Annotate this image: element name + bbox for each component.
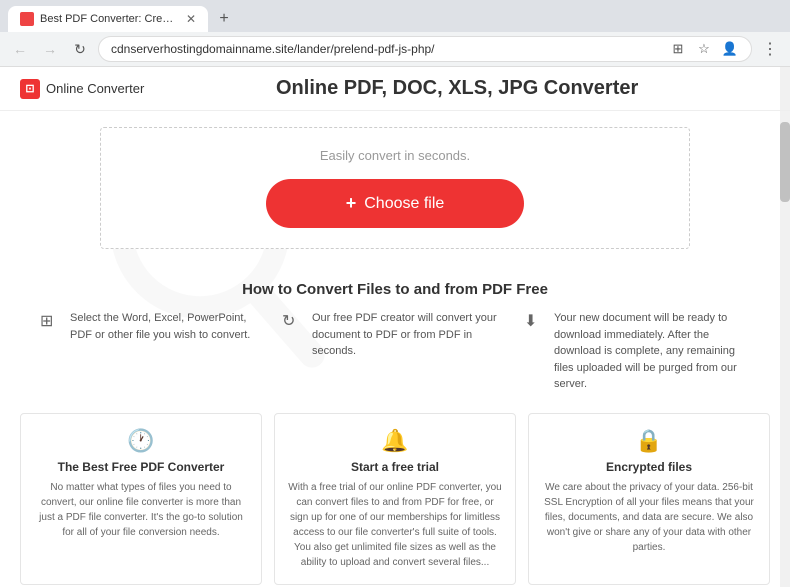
- feature-1-desc: No matter what types of files you need t…: [33, 480, 249, 540]
- address-bar[interactable]: cdnserverhostingdomainname.site/lander/p…: [98, 36, 752, 62]
- tab-favicon: [20, 12, 34, 26]
- reader-mode-icon[interactable]: ⊞: [669, 40, 687, 58]
- logo-text: Online Converter: [46, 81, 144, 96]
- step-2-text: Our free PDF creator will convert your d…: [312, 310, 508, 360]
- converter-box: Easily convert in seconds. + Choose file: [100, 127, 690, 249]
- feature-card-2: 🔔 Start a free trial With a free trial o…: [274, 413, 516, 585]
- how-to-section: How to Convert Files to and from PDF Fre…: [0, 265, 790, 403]
- step-1-icon: ⊞: [40, 311, 62, 333]
- converter-subtitle: Easily convert in seconds.: [121, 148, 669, 163]
- feature-3-title: Encrypted files: [541, 460, 757, 474]
- choose-file-button[interactable]: + Choose file: [266, 179, 525, 228]
- converter-section: Easily convert in seconds. + Choose file: [0, 111, 790, 265]
- url-text: cdnserverhostingdomainname.site/lander/p…: [111, 42, 659, 56]
- site-header: ⊡ Online Converter Online PDF, DOC, XLS,…: [0, 67, 790, 111]
- new-tab-button[interactable]: +: [212, 7, 236, 31]
- bookmark-icon[interactable]: ☆: [695, 40, 713, 58]
- feature-card-1: 🕐 The Best Free PDF Converter No matter …: [20, 413, 262, 585]
- step-3-icon: ⬇: [524, 311, 546, 333]
- feature-1-title: The Best Free PDF Converter: [33, 460, 249, 474]
- how-to-title: How to Convert Files to and from PDF Fre…: [20, 281, 770, 298]
- tab-title: Best PDF Converter: Create, Conv...: [40, 13, 176, 25]
- page-content: ⊡ Online Converter Online PDF, DOC, XLS,…: [0, 67, 790, 587]
- address-bar-row: ← → ↻ cdnserverhostingdomainname.site/la…: [0, 32, 790, 66]
- feature-2-icon: 🔔: [287, 428, 503, 454]
- step-item-2: ↻ Our free PDF creator will convert your…: [282, 310, 508, 393]
- step-item-3: ⬇ Your new document will be ready to dow…: [524, 310, 750, 393]
- plus-icon: +: [346, 193, 357, 214]
- step-2-icon: ↻: [282, 311, 304, 333]
- feature-card-3: 🔒 Encrypted files We care about the priv…: [528, 413, 770, 585]
- tab-close-button[interactable]: ✕: [186, 12, 196, 26]
- features-section: 🕐 The Best Free PDF Converter No matter …: [0, 403, 790, 588]
- step-item-1: ⊞ Select the Word, Excel, PowerPoint, PD…: [40, 310, 266, 393]
- page-title: Online PDF, DOC, XLS, JPG Converter: [144, 77, 770, 100]
- menu-button[interactable]: ⋮: [758, 37, 782, 61]
- choose-file-label: Choose file: [364, 195, 444, 213]
- account-icon[interactable]: 👤: [721, 40, 739, 58]
- features-grid: 🕐 The Best Free PDF Converter No matter …: [20, 413, 770, 585]
- step-1-text: Select the Word, Excel, PowerPoint, PDF …: [70, 310, 266, 343]
- active-tab[interactable]: Best PDF Converter: Create, Conv... ✕: [8, 6, 208, 32]
- feature-3-icon: 🔒: [541, 428, 757, 454]
- forward-button[interactable]: →: [38, 37, 62, 61]
- steps-grid: ⊞ Select the Word, Excel, PowerPoint, PD…: [20, 310, 770, 393]
- tab-bar: Best PDF Converter: Create, Conv... ✕ +: [0, 0, 790, 32]
- feature-1-icon: 🕐: [33, 428, 249, 454]
- logo-area: ⊡ Online Converter: [20, 79, 144, 99]
- refresh-button[interactable]: ↻: [68, 37, 92, 61]
- step-3-text: Your new document will be ready to downl…: [554, 310, 750, 393]
- browser-chrome: Best PDF Converter: Create, Conv... ✕ + …: [0, 0, 790, 67]
- address-bar-icons: ⊞ ☆ 👤: [669, 40, 739, 58]
- feature-2-title: Start a free trial: [287, 460, 503, 474]
- logo-icon: ⊡: [20, 79, 40, 99]
- feature-2-desc: With a free trial of our online PDF conv…: [287, 480, 503, 570]
- feature-3-desc: We care about the privacy of your data. …: [541, 480, 757, 555]
- back-button[interactable]: ←: [8, 37, 32, 61]
